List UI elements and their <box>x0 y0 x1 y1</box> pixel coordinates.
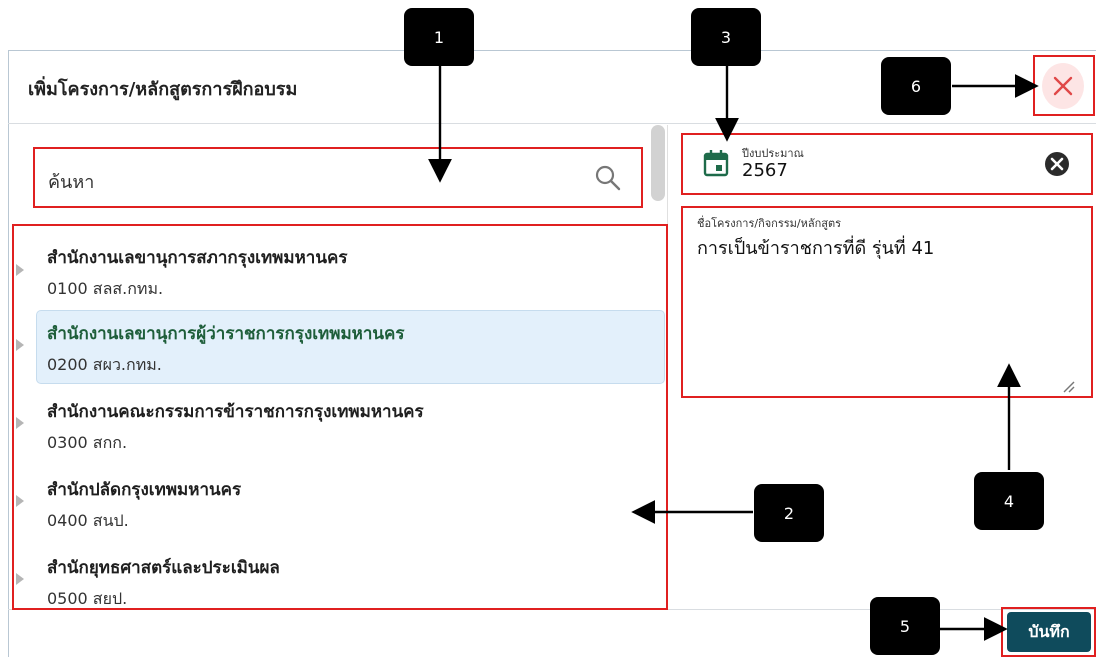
callout-badge-6: 6 <box>881 57 951 115</box>
callout-badge-5: 5 <box>870 597 940 655</box>
callout-badge-2: 2 <box>754 484 824 542</box>
callout-badge-3: 3 <box>691 8 761 66</box>
callout-badge-4: 4 <box>974 472 1044 530</box>
callout-badge-1: 1 <box>404 8 474 66</box>
